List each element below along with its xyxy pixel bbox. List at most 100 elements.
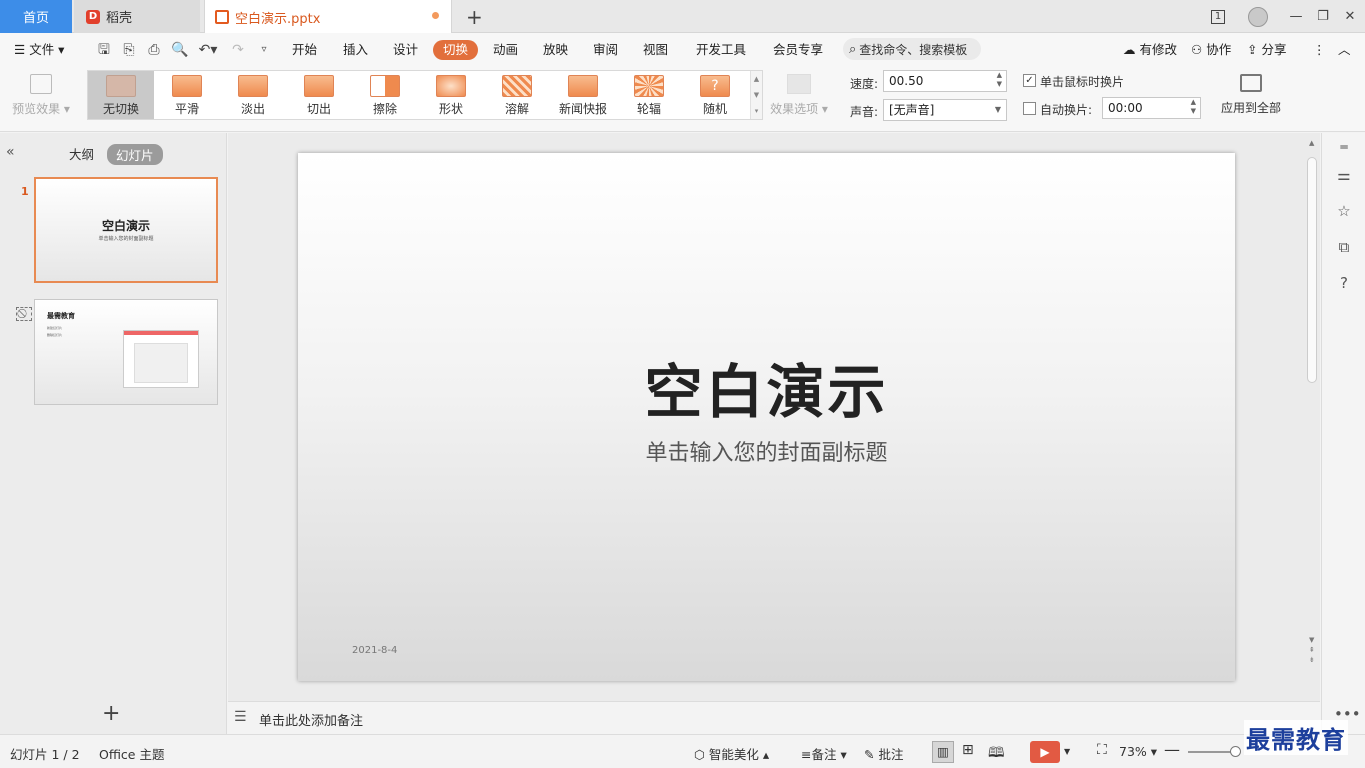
auto-spinner-icon[interactable]: ▲ ▼ (1191, 98, 1196, 116)
notes-bar[interactable]: ☰ 单击此处添加备注 (228, 701, 1320, 734)
menu-view[interactable]: 视图 (643, 40, 668, 60)
menu-animation[interactable]: 动画 (493, 40, 518, 60)
transition-dissolve[interactable]: 溶解 (484, 71, 550, 119)
transition-random[interactable]: ? 随机 (682, 71, 748, 119)
print-preview-icon[interactable]: 🔍 (171, 42, 188, 58)
slide-date[interactable]: 2021-8-4 (352, 645, 397, 656)
menu-member[interactable]: 会员专享 (773, 40, 823, 60)
beautify-icon: ⬡ (694, 747, 705, 762)
new-tab-plus-icon[interactable]: + (466, 5, 483, 29)
minimize-button[interactable]: — (1282, 0, 1310, 33)
transition-panel-icon[interactable]: ⧉ (1334, 237, 1354, 257)
canvas-scrollbar[interactable] (1307, 157, 1317, 383)
menu-developer[interactable]: 开发工具 (696, 40, 746, 60)
transition-newsflash[interactable]: 新闻快报 (550, 71, 616, 119)
help-icon[interactable]: ? (1334, 273, 1354, 293)
transition-smooth-icon (172, 75, 202, 97)
zoom-slider[interactable] (1188, 746, 1241, 757)
play-slideshow-button[interactable]: ▶ (1030, 741, 1060, 763)
notes-placeholder[interactable]: 单击此处添加备注 (259, 710, 363, 729)
slide-subtitle[interactable]: 单击输入您的封面副标题 (298, 435, 1235, 467)
comments-label: 批注 (878, 747, 904, 762)
play-options-icon[interactable]: ▼ (1064, 747, 1070, 756)
transition-none[interactable]: 无切换 (88, 71, 154, 119)
add-slide-plus-icon[interactable]: + (102, 701, 120, 726)
normal-view-icon[interactable]: ▥ (932, 741, 954, 763)
apply-all-button[interactable]: 应用到全部 (1212, 74, 1290, 116)
transition-wipe[interactable]: 擦除 (352, 71, 418, 119)
menu-start[interactable]: 开始 (292, 40, 317, 60)
fit-window-icon[interactable]: ⛶ (1097, 742, 1107, 758)
share-label: 分享 (1261, 42, 1287, 57)
slide-thumbnail-2[interactable]: 最需教育 新建幻灯片 删除幻灯片 (34, 299, 218, 405)
sorter-view-icon[interactable]: ⊞ (962, 742, 974, 758)
tab-outline[interactable]: 大纲 (69, 144, 94, 163)
format-painter-icon[interactable]: ⎘ (121, 42, 137, 58)
undo-icon[interactable]: ↶▾ (196, 42, 220, 58)
tab-document[interactable]: 空白演示.pptx (204, 0, 452, 34)
beautify-button[interactable]: ⬡ 智能美化 ▴ (694, 744, 769, 763)
slide-title[interactable]: 空白演示 (298, 345, 1235, 429)
transition-smooth[interactable]: 平滑 (154, 71, 220, 119)
zoom-level[interactable]: 73% ▾ (1119, 744, 1157, 759)
collab-label: 协作 (1206, 42, 1232, 57)
on-click-checkbox[interactable]: ✓ (1023, 74, 1036, 87)
menu-insert[interactable]: 插入 (343, 40, 368, 60)
slide-thumbnail-1[interactable]: 空白演示 单击输入您的封面副标题 (34, 177, 218, 283)
preview-effect-button[interactable]: 预览效果 ▾ (10, 74, 72, 117)
share-button[interactable]: ⇪ 分享 (1247, 40, 1286, 60)
menu-slideshow[interactable]: 放映 (543, 40, 568, 60)
speed-input[interactable]: 00.50 ▲ ▼ (883, 70, 1007, 92)
comments-button[interactable]: ✎ 批注 (864, 744, 903, 763)
gallery-scroll[interactable]: ▲ ▼ ▾ (750, 71, 762, 119)
print-icon[interactable]: ⎙ (146, 42, 162, 58)
effect-options-button[interactable]: 效果选项 ▾ (768, 74, 830, 117)
speed-spinner-icon[interactable]: ▲ ▼ (997, 71, 1002, 89)
preview-icon (30, 74, 52, 94)
save-icon[interactable]: 🖫 (96, 42, 112, 58)
transition-wheel[interactable]: 轮辐 (616, 71, 682, 119)
close-button[interactable]: ✕ (1336, 0, 1364, 33)
properties-icon[interactable]: ⚌ (1334, 165, 1354, 185)
slide-count: 幻灯片 1 / 2 (10, 747, 80, 762)
menu-design[interactable]: 设计 (393, 40, 418, 60)
auto-advance-input[interactable]: 00:00 ▲ ▼ (1102, 97, 1201, 119)
search-input[interactable]: 查找命令、搜索模板 (859, 41, 967, 58)
collapse-panel-icon[interactable]: « (6, 144, 15, 160)
menu-review[interactable]: 审阅 (593, 40, 618, 60)
transition-newsflash-label: 新闻快报 (558, 102, 607, 116)
collapse-ribbon-icon[interactable]: ︿ (1338, 40, 1351, 60)
menu-transition[interactable]: 切换 (433, 40, 479, 60)
pin-icon[interactable]: ☆ (1334, 201, 1354, 221)
reading-view-icon[interactable]: 🕮 (988, 742, 1005, 766)
command-search[interactable]: ⌕ 查找命令、搜索模板 (843, 38, 981, 60)
auto-advance-value: 00:00 (1108, 101, 1143, 115)
theme-name[interactable]: Office 主题 (99, 744, 164, 763)
zoom-slider-thumb[interactable] (1230, 746, 1241, 757)
transition-cut[interactable]: 切出 (286, 71, 352, 119)
transition-wheel-label: 轮辐 (636, 102, 661, 116)
file-menu[interactable]: ☰ 文件 ▾ (14, 40, 64, 60)
transition-fade[interactable]: 淡出 (220, 71, 286, 119)
sound-select[interactable]: [无声音] ▼ (883, 99, 1007, 121)
tab-daoke[interactable]: D 稻壳 (74, 0, 200, 33)
more-menu-icon[interactable]: ⋮ (1313, 40, 1326, 60)
tab-slides[interactable]: 幻灯片 (107, 144, 163, 165)
scroll-up-icon[interactable]: ▲ (1309, 139, 1314, 147)
transition-none-label: 无切换 (102, 102, 139, 116)
current-slide[interactable]: 空白演示 单击输入您的封面副标题 2021-8-4 (298, 153, 1235, 681)
restore-button[interactable]: ❐ (1309, 0, 1337, 33)
tab-home[interactable]: 首页 (0, 0, 72, 33)
transition-shape[interactable]: 形状 (418, 71, 484, 119)
user-avatar[interactable] (1244, 0, 1272, 33)
redo-icon[interactable]: ↷ (230, 42, 246, 58)
scroll-page-icon[interactable]: ▼ ⇞ ⇟ (1309, 635, 1315, 665)
zoom-out-icon[interactable]: — (1164, 740, 1180, 759)
notes-toggle-button[interactable]: ≡备注 ▾ (801, 744, 847, 763)
has-changes-button[interactable]: ☁ 有修改 (1123, 40, 1177, 60)
zoom-level-value: 73% (1119, 744, 1147, 759)
collab-button[interactable]: ⚇ 协作 (1191, 40, 1231, 60)
customize-toolbar-icon[interactable]: ▿ (256, 42, 272, 58)
page-indicator[interactable]: 1 (1204, 0, 1232, 33)
auto-advance-checkbox[interactable] (1023, 102, 1036, 115)
